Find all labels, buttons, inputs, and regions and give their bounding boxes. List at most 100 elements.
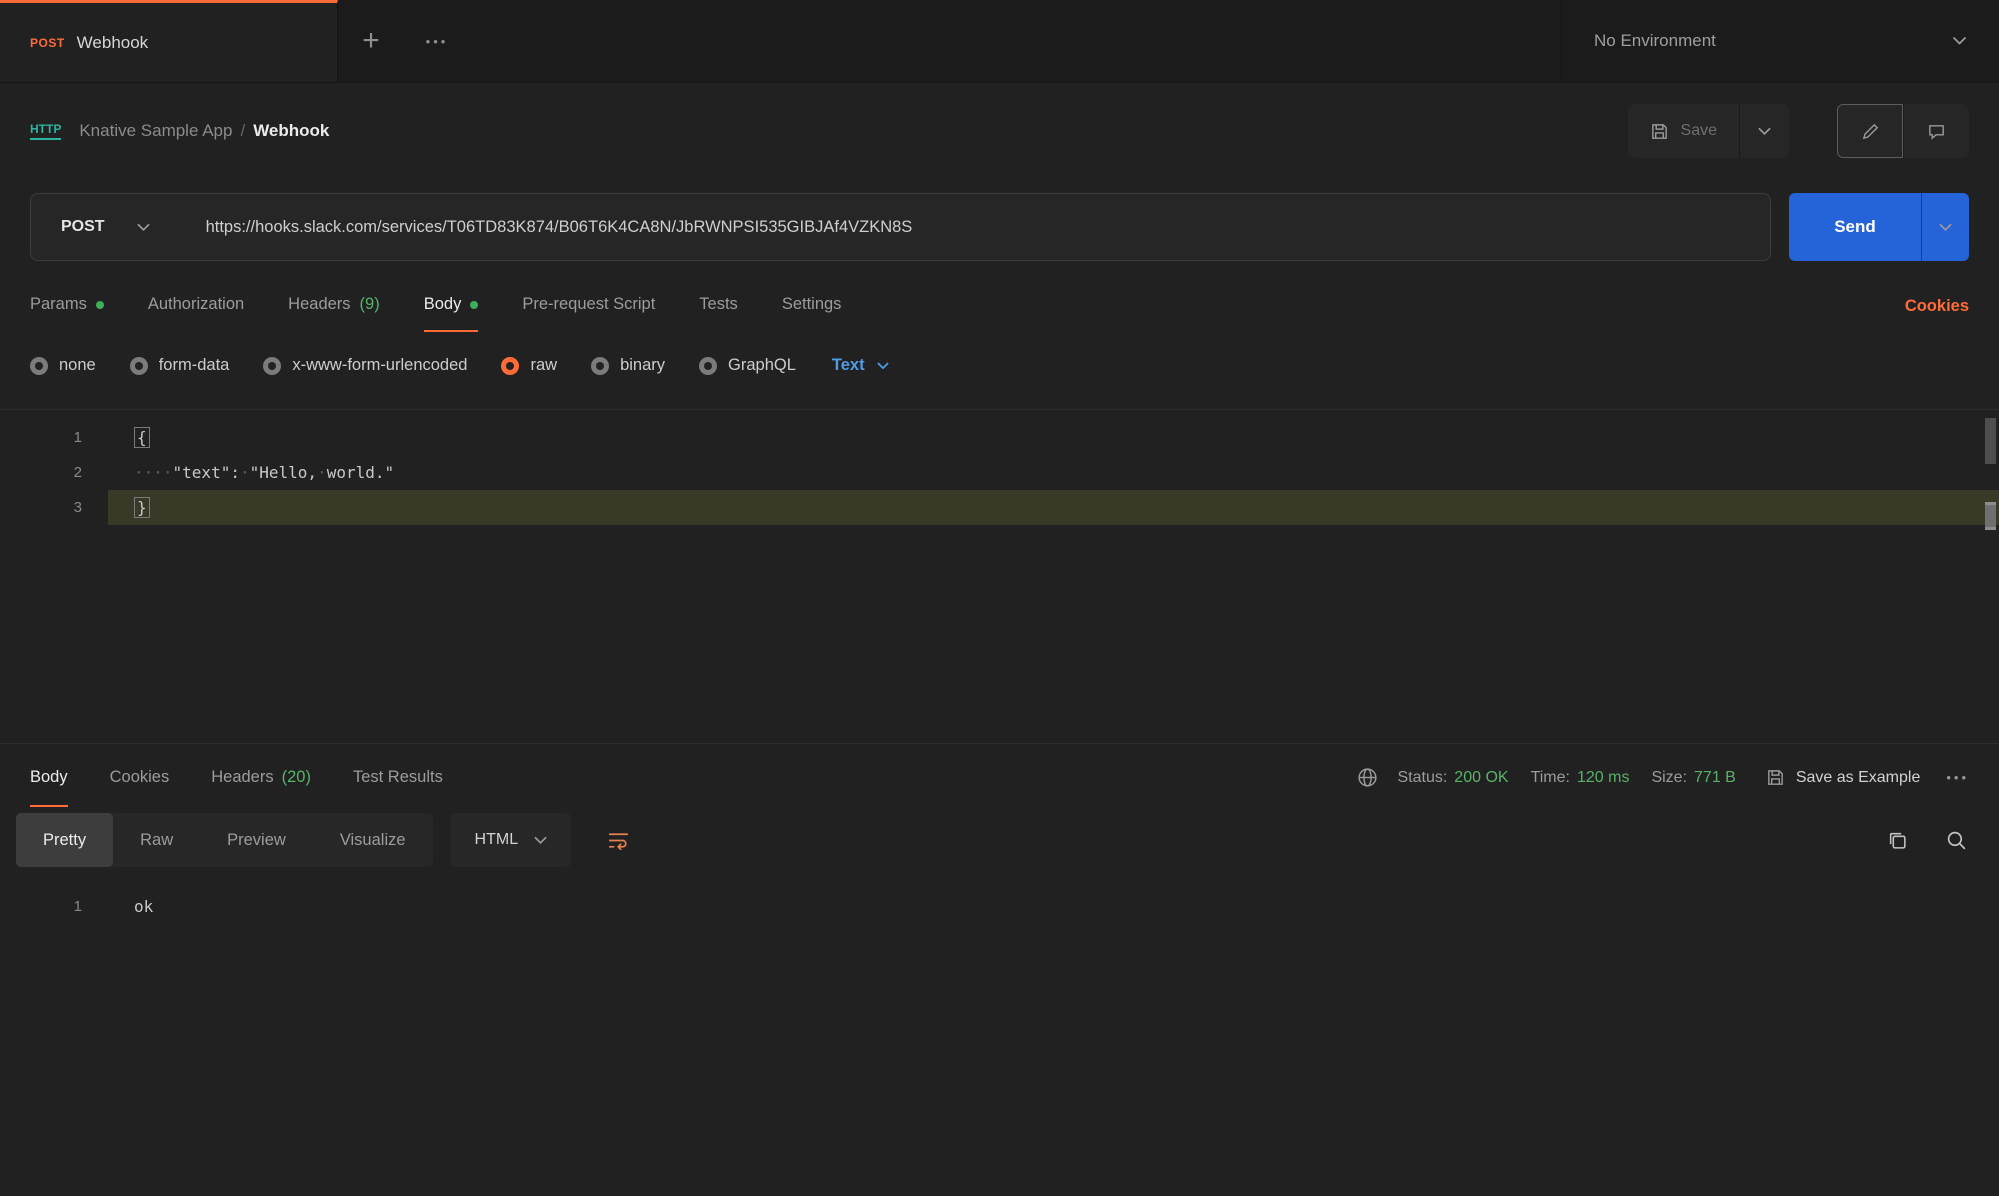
breadcrumb-request-name[interactable]: Webhook bbox=[253, 121, 329, 141]
radio-icon bbox=[263, 357, 281, 375]
radio-label: form-data bbox=[159, 356, 230, 375]
save-icon bbox=[1650, 122, 1669, 141]
send-options-button[interactable] bbox=[1921, 193, 1969, 261]
tab-bar: POST Webhook + ••• No Environment bbox=[0, 0, 1999, 83]
pencil-icon bbox=[1861, 122, 1880, 141]
request-body-editor[interactable]: 1{2····"text":·"Hello,·world."3} bbox=[0, 409, 1999, 743]
line-number: 3 bbox=[0, 499, 108, 516]
save-button[interactable]: Save bbox=[1628, 104, 1739, 158]
save-icon bbox=[1766, 768, 1785, 787]
body-type-raw[interactable]: raw bbox=[501, 356, 557, 375]
chevron-down-icon bbox=[1758, 127, 1771, 136]
time-label: Time: bbox=[1531, 769, 1570, 787]
method-selector[interactable]: POST bbox=[31, 194, 180, 260]
save-label: Save bbox=[1681, 122, 1717, 140]
tab-label: Test Results bbox=[353, 768, 443, 787]
radio-label: raw bbox=[530, 356, 557, 375]
body-type-none[interactable]: none bbox=[30, 356, 96, 375]
postman-app: POST Webhook + ••• No Environment HTTP K… bbox=[0, 0, 1999, 1196]
tab-label: Cookies bbox=[110, 768, 170, 787]
response-view-pretty[interactable]: Pretty bbox=[16, 813, 113, 867]
body-type-form-data[interactable]: form-data bbox=[130, 356, 230, 375]
request-tab-tests[interactable]: Tests bbox=[699, 277, 738, 332]
cookies-link[interactable]: Cookies bbox=[1905, 297, 1969, 332]
tab-method-badge: POST bbox=[30, 36, 65, 50]
environment-selector[interactable]: No Environment bbox=[1561, 0, 1999, 82]
tab-label: Authorization bbox=[148, 295, 244, 314]
send-button[interactable]: Send bbox=[1789, 193, 1921, 261]
response-lines: 1ok bbox=[0, 889, 1999, 923]
response-tabs: Body Cookies Headers(20) Test Results bbox=[30, 744, 443, 807]
radio-icon bbox=[30, 357, 48, 375]
send-label: Send bbox=[1834, 217, 1876, 237]
code-line[interactable]: 2····"text":·"Hello,·world." bbox=[0, 455, 1999, 490]
chevron-down-icon bbox=[877, 362, 889, 370]
line-number: 2 bbox=[0, 464, 108, 481]
comments-button[interactable] bbox=[1903, 104, 1969, 158]
editor-scrollbar[interactable] bbox=[1985, 418, 1996, 735]
editor-lines: 1{2····"text":·"Hello,·world."3} bbox=[0, 420, 1999, 525]
response-tab-cookies[interactable]: Cookies bbox=[110, 744, 170, 807]
request-tab-params[interactable]: Params bbox=[30, 277, 104, 332]
http-protocol-icon: HTTP bbox=[30, 122, 61, 140]
code-line[interactable]: 3} bbox=[0, 490, 1999, 525]
response-toolbar-right bbox=[1887, 830, 1983, 851]
open-request-tab[interactable]: POST Webhook bbox=[0, 0, 338, 82]
request-tab-pre-request-script[interactable]: Pre-request Script bbox=[522, 277, 655, 332]
language-selector[interactable]: Text bbox=[832, 356, 889, 375]
response-view-preview[interactable]: Preview bbox=[200, 813, 313, 867]
save-options-button[interactable] bbox=[1739, 104, 1789, 158]
search-response-button[interactable] bbox=[1946, 830, 1967, 851]
body-type-x-www-form-urlencoded[interactable]: x-www-form-urlencoded bbox=[263, 356, 467, 375]
status-value: 200 OK bbox=[1454, 769, 1508, 787]
response-tab-headers[interactable]: Headers(20) bbox=[211, 744, 311, 807]
response-line[interactable]: 1ok bbox=[0, 889, 1999, 923]
comment-icon bbox=[1927, 122, 1946, 141]
response-view-visualize[interactable]: Visualize bbox=[313, 813, 433, 867]
url-bar-row: POST https://hooks.slack.com/services/T0… bbox=[0, 193, 1999, 261]
edit-request-button[interactable] bbox=[1837, 104, 1903, 158]
tab-label: Headers bbox=[211, 768, 273, 787]
response-tab-body[interactable]: Body bbox=[30, 744, 68, 807]
wrap-lines-icon bbox=[607, 831, 630, 850]
scrollbar-thumb[interactable] bbox=[1985, 418, 1996, 464]
breadcrumb-collection[interactable]: Knative Sample App bbox=[79, 121, 232, 141]
request-tab-settings[interactable]: Settings bbox=[782, 277, 842, 332]
request-tab-authorization[interactable]: Authorization bbox=[148, 277, 244, 332]
response-view-tabs: PrettyRawPreviewVisualize bbox=[16, 813, 433, 867]
copy-response-button[interactable] bbox=[1887, 830, 1908, 851]
tab-label: Headers bbox=[288, 295, 350, 314]
url-input[interactable]: https://hooks.slack.com/services/T06TD83… bbox=[180, 218, 1770, 237]
send-button-group: Send bbox=[1789, 193, 1969, 261]
line-content: } bbox=[108, 498, 150, 517]
response-options-button[interactable]: ••• bbox=[1946, 770, 1969, 785]
code-line[interactable]: 1{ bbox=[0, 420, 1999, 455]
request-tab-headers[interactable]: Headers(9) bbox=[288, 277, 380, 332]
line-number: 1 bbox=[0, 898, 108, 915]
tab-label: Body bbox=[30, 768, 68, 787]
modified-dot bbox=[470, 301, 478, 309]
line-content: ····"text":·"Hello,·world." bbox=[108, 463, 394, 482]
chevron-down-icon bbox=[1939, 223, 1952, 232]
response-format-selector[interactable]: HTML bbox=[451, 813, 572, 867]
tab-options-button[interactable]: ••• bbox=[404, 0, 470, 82]
response-view-raw[interactable]: Raw bbox=[113, 813, 200, 867]
response-tab-test-results[interactable]: Test Results bbox=[353, 744, 443, 807]
language-label: Text bbox=[832, 356, 865, 375]
save-button-group: Save bbox=[1628, 104, 1789, 158]
radio-icon bbox=[130, 357, 148, 375]
radio-icon bbox=[699, 357, 717, 375]
request-tab-body[interactable]: Body bbox=[424, 277, 479, 332]
response-body[interactable]: 1ok bbox=[0, 889, 1999, 923]
body-type-graphql[interactable]: GraphQL bbox=[699, 356, 796, 375]
request-tabs: Params Authorization Headers(9) Body Pre-req… bbox=[30, 277, 841, 332]
wrap-lines-button[interactable] bbox=[589, 813, 647, 867]
tab-label: Tests bbox=[699, 295, 738, 314]
chevron-down-icon bbox=[1952, 36, 1967, 46]
size-label: Size: bbox=[1651, 769, 1687, 787]
body-type-binary[interactable]: binary bbox=[591, 356, 665, 375]
ellipsis-icon: ••• bbox=[426, 34, 449, 49]
network-globe-icon[interactable] bbox=[1356, 766, 1379, 789]
save-as-example-button[interactable]: Save as Example bbox=[1766, 768, 1921, 787]
new-tab-button[interactable]: + bbox=[338, 0, 404, 82]
